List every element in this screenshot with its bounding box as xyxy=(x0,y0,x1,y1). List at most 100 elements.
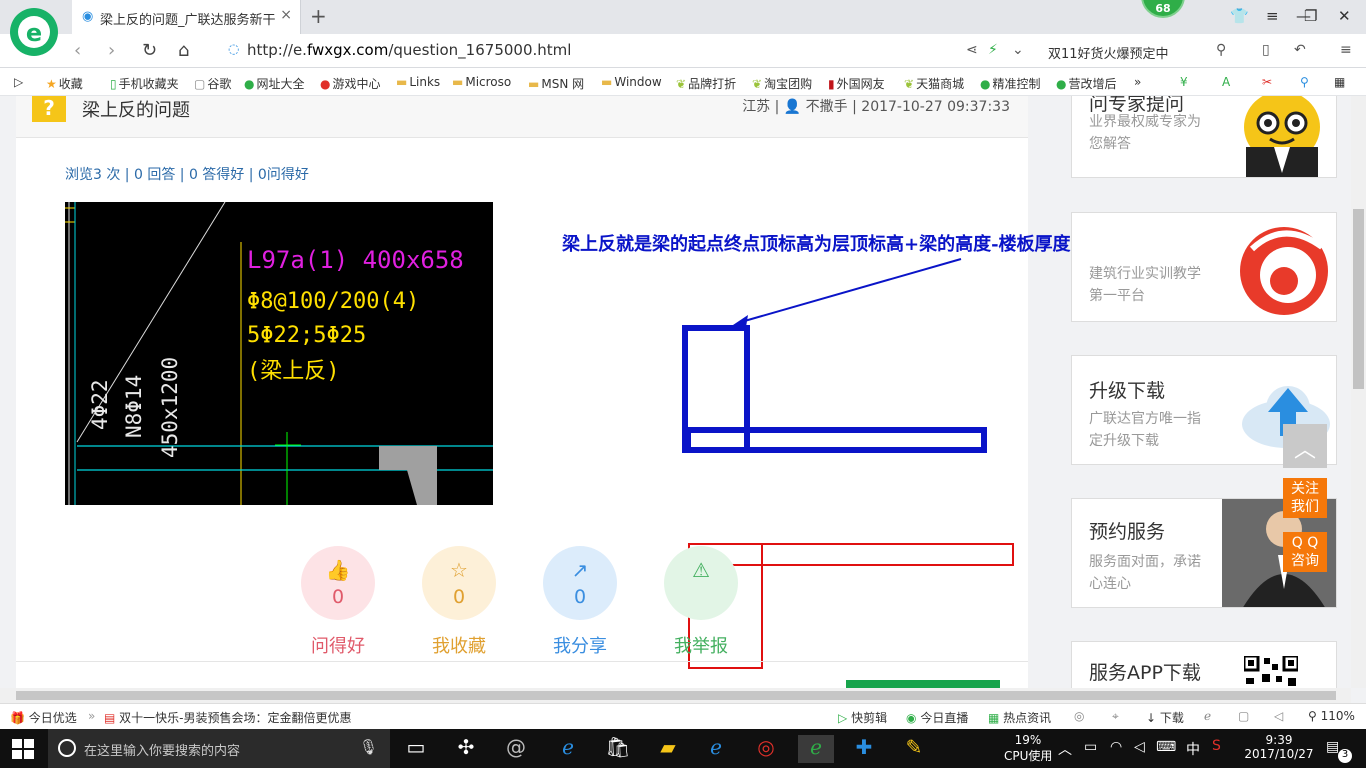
browser-logo[interactable]: e xyxy=(10,8,58,56)
wifi-icon[interactable]: ◠ xyxy=(1110,739,1122,755)
undo-icon[interactable]: ↶ xyxy=(1294,42,1306,58)
search-promo[interactable]: 双11好货火爆预定中 xyxy=(1048,43,1169,62)
more-menu-icon[interactable]: ≡ xyxy=(1340,42,1352,58)
file-explorer-icon[interactable]: ▰ xyxy=(654,735,682,763)
warning-icon: ⚠ xyxy=(692,558,710,582)
zoom-level[interactable]: ⚲ 110% xyxy=(1308,709,1355,723)
bookmark-item[interactable]: ▬ Microso xyxy=(452,75,511,89)
speed-icon[interactable]: ⚡ xyxy=(988,42,998,58)
points-badge[interactable]: 68 xyxy=(1141,0,1185,18)
promo-link[interactable]: ▤ 双十一快乐-男装预售会场：定金翻倍更优惠 xyxy=(104,709,352,726)
window-icon[interactable]: ▢ xyxy=(1238,709,1249,723)
menu-icon[interactable]: ≡ xyxy=(1266,7,1279,25)
sidebar-toggle-icon[interactable]: ▷ xyxy=(14,75,23,89)
ie-icon[interactable]: ℯ xyxy=(702,735,730,763)
fan-app-icon[interactable]: ✣ xyxy=(452,735,480,763)
app-download-card[interactable]: 服务APP下载 xyxy=(1071,641,1337,688)
scissors-icon[interactable]: ✂ xyxy=(1262,75,1272,89)
new-tab-button[interactable]: + xyxy=(310,4,327,28)
task-view-icon[interactable]: ▭ xyxy=(402,735,430,763)
bookmarks-more-icon[interactable]: » xyxy=(1134,75,1141,89)
back-to-top-button[interactable]: ︿ xyxy=(1283,424,1327,468)
bookmark-item[interactable]: ● 营改增后 xyxy=(1056,75,1117,92)
clock[interactable]: 9:39 2017/10/27 xyxy=(1244,733,1314,761)
plus-app-icon[interactable]: ✚ xyxy=(850,735,878,763)
yuan-icon[interactable]: ¥ xyxy=(1180,75,1188,89)
volume-icon[interactable]: ◁ xyxy=(1274,709,1283,723)
report-button[interactable]: ⚠ 我举报 xyxy=(661,546,741,658)
sogou-icon[interactable]: S xyxy=(1212,738,1221,754)
skin-icon[interactable]: 👕 xyxy=(1230,7,1249,25)
forward-icon[interactable]: › xyxy=(108,40,115,61)
qq-consult-button[interactable]: Q Q 咨询 xyxy=(1283,532,1327,572)
scroll-thumb[interactable] xyxy=(16,691,1336,700)
keyboard-icon[interactable]: ⌨ xyxy=(1156,739,1176,755)
edge-icon[interactable]: ℯ xyxy=(554,735,582,763)
browser-tab[interactable]: ◉ 梁上反的问题_广联达服务新干线 × xyxy=(72,0,301,34)
bookmark-item[interactable]: ▬ Window xyxy=(601,75,662,89)
ask-good-button[interactable]: 👍 0 问得好 xyxy=(298,546,378,658)
clock-date: 2017/10/27 xyxy=(1244,747,1314,761)
taskbar: 在这里输入你要搜索的内容 🎙 ▭ ✣ @ ℯ 🛍 ▰ ℯ ◎ ℯ ✚ ✎ 19%… xyxy=(0,729,1366,768)
quick-clip-link[interactable]: ▷ 快剪辑 xyxy=(838,709,887,726)
back-icon[interactable]: ‹ xyxy=(74,40,81,61)
favorite-button[interactable]: ☆ 0 我收藏 xyxy=(419,546,499,658)
follow-us-button[interactable]: 关注 我们 xyxy=(1283,478,1327,518)
vertical-scrollbar[interactable] xyxy=(1351,96,1366,688)
pin-icon[interactable]: ⌖ xyxy=(1112,709,1119,724)
dropdown-icon[interactable]: ⌄ xyxy=(1012,42,1024,58)
bookmark-item[interactable]: ▬ Links xyxy=(396,75,440,89)
horizontal-scrollbar[interactable] xyxy=(0,688,1351,703)
url-input[interactable]: ◌ http://e.fwxgx.com/question_1675000.ht… xyxy=(222,39,958,63)
bookmark-item[interactable]: ● 精准控制 xyxy=(980,75,1041,92)
site-info-icon[interactable]: ◌ xyxy=(228,42,239,57)
share-button[interactable]: ↗ 0 我分享 xyxy=(540,546,620,658)
bookmark-item[interactable]: ▮ 外国网友 xyxy=(828,75,885,92)
app-icon[interactable]: ◎ xyxy=(752,735,780,763)
spiral-app-icon[interactable]: @ xyxy=(502,735,530,763)
microphone-icon[interactable]: 🎙 xyxy=(359,738,378,756)
bookmark-item[interactable]: ★ 收藏 xyxy=(46,75,83,92)
news-link[interactable]: ▦ 热点资讯 xyxy=(988,709,1051,726)
download-link[interactable]: ↓ 下载 xyxy=(1146,709,1184,726)
ime-indicator[interactable]: 中 xyxy=(1186,739,1200,759)
share-circle: ↗ 0 xyxy=(543,546,617,620)
answer-button-edge[interactable] xyxy=(846,680,1000,688)
speaker-icon[interactable]: ◁ xyxy=(1134,739,1145,755)
ie-mode-icon[interactable]: ℯ xyxy=(1204,709,1211,723)
training-card[interactable]: 建筑行业实训教学第一平台 xyxy=(1071,212,1337,322)
home-icon[interactable]: ⌂ xyxy=(178,40,189,61)
bookmark-item[interactable]: ▢ 谷歌 xyxy=(194,75,231,92)
grid-icon[interactable]: ▦ xyxy=(1334,75,1345,89)
share-icon[interactable]: ⋖ xyxy=(966,42,978,58)
battery-icon[interactable]: ▭ xyxy=(1084,739,1097,755)
bookmark-item[interactable]: ❦ 品牌打折 xyxy=(676,75,736,92)
search-icon[interactable]: ⚲ xyxy=(1216,42,1226,58)
tab-close-icon[interactable]: × xyxy=(280,7,292,23)
bookmark-item[interactable]: ● 游戏中心 xyxy=(320,75,381,92)
notification-center-icon[interactable]: ▤ xyxy=(1326,739,1339,755)
cpu-usage[interactable]: 19% CPU使用 xyxy=(1004,733,1052,764)
reload-icon[interactable]: ↻ xyxy=(142,40,157,61)
bookmark-item[interactable]: ▬ MSN 网 xyxy=(528,75,584,92)
maximize-icon[interactable]: ❐ xyxy=(1304,7,1317,25)
window-close-icon[interactable]: ✕ xyxy=(1338,7,1351,25)
tray-up-icon[interactable]: ︿ xyxy=(1058,739,1072,759)
windows-start-icon[interactable] xyxy=(12,739,34,759)
bookmark-item[interactable]: ❦ 天猫商城 xyxy=(904,75,964,92)
mobile-icon[interactable]: ▯ xyxy=(1262,42,1270,58)
magnifier-icon[interactable]: ⚲ xyxy=(1300,75,1309,89)
taskbar-search-input[interactable]: 在这里输入你要搜索的内容 🎙 xyxy=(48,729,390,768)
live-link[interactable]: ◉ 今日直播 xyxy=(906,709,968,726)
bookmark-item[interactable]: ● 网址大全 xyxy=(244,75,305,92)
bookmark-item[interactable]: ❦ 淘宝团购 xyxy=(752,75,812,92)
daily-picks-link[interactable]: 🎁 今日优选 xyxy=(10,709,77,726)
store-icon[interactable]: 🛍 xyxy=(604,735,632,763)
speedup-icon[interactable]: ◎ xyxy=(1074,709,1084,723)
translate-icon[interactable]: A xyxy=(1222,75,1230,89)
bookmark-item[interactable]: ▯ 手机收藏夹 xyxy=(110,75,179,92)
browser-taskbar-icon[interactable]: ℯ xyxy=(798,735,834,763)
notes-app-icon[interactable]: ✎ xyxy=(900,735,928,763)
expert-ask-card[interactable]: 问专家提问 业界最权威专家为您解答 xyxy=(1071,96,1337,178)
scroll-thumb[interactable] xyxy=(1353,209,1364,389)
